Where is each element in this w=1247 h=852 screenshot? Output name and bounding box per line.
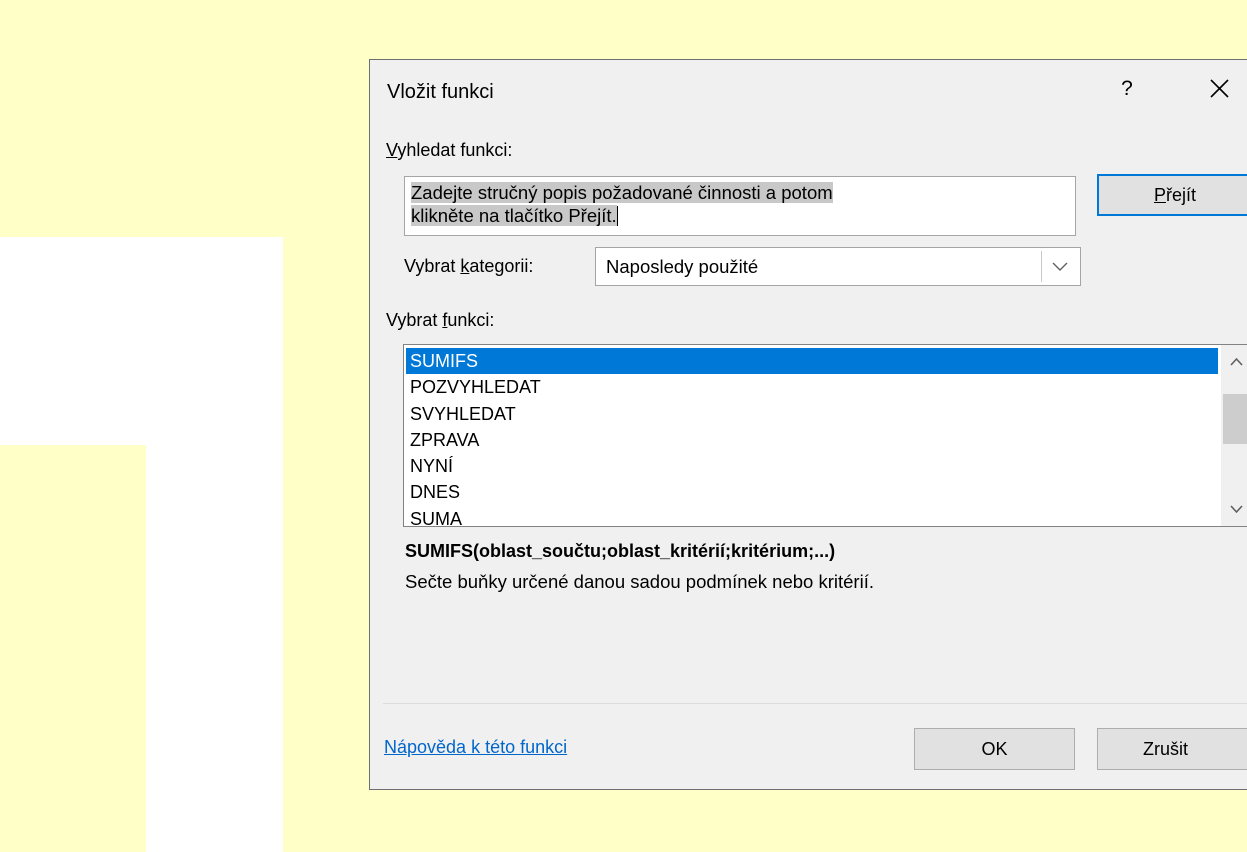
insert-function-dialog: Vložit funkci ? Vyhledat funkci: Zadejte… [369,59,1247,790]
chevron-down-icon [1052,262,1067,271]
category-dropdown-arrow[interactable] [1041,251,1077,282]
category-dropdown-value: Naposledy použité [606,256,759,277]
chevron-down-icon [1230,505,1243,514]
cancel-button[interactable]: Zrušit [1097,728,1247,770]
scroll-up-button[interactable] [1221,349,1247,375]
list-item-pozvyhledat[interactable]: POZVYHLEDAT [406,374,1218,400]
help-button[interactable]: ? [1116,77,1138,101]
search-label: Vyhledat funkci: [386,140,512,161]
category-label: Vybrat kategorii: [404,256,533,277]
list-item-svyhledat[interactable]: SVYHLEDAT [406,401,1218,427]
ok-button[interactable]: OK [914,728,1075,770]
go-button-accesskey: P [1154,184,1167,205]
function-list[interactable]: SUMIFS POZVYHLEDAT SVYHLEDAT ZPRAVA NYNÍ… [403,344,1247,529]
chevron-up-icon [1230,357,1243,366]
list-item-dnes[interactable]: DNES [406,479,1218,505]
category-label-post: ategorii: [469,256,534,276]
category-label-accesskey: k [460,256,470,276]
dialog-title: Vložit funkci [387,81,494,103]
function-list-items: SUMIFS POZVYHLEDAT SVYHLEDAT ZPRAVA NYNÍ… [406,348,1218,532]
list-item-zprava[interactable]: ZPRAVA [406,427,1218,453]
search-label-rest: yhledat funkci: [397,140,513,160]
category-dropdown[interactable]: Naposledy použité [595,247,1081,286]
go-button[interactable]: Přejít [1097,174,1247,216]
function-syntax: SUMIFS(oblast_součtu;oblast_kritérií;kri… [405,541,836,561]
scroll-thumb[interactable] [1223,394,1247,444]
divider [383,703,1247,704]
function-label-post: unkci: [447,310,495,330]
function-help-link[interactable]: Nápověda k této funkci [384,737,567,758]
function-list-scrollbar[interactable] [1221,345,1247,526]
list-item-suma[interactable]: SUMA [406,506,1218,532]
close-icon [1210,79,1229,98]
function-list-label: Vybrat funkci: [386,310,494,331]
search-input-line1: Zadejte stručný popis požadované činnost… [411,182,833,203]
category-label-pre: Vybrat [404,256,461,276]
scroll-down-button[interactable] [1221,496,1247,522]
close-button[interactable] [1206,74,1234,102]
list-item-sumifs[interactable]: SUMIFS [406,348,1218,375]
text-caret [616,206,618,226]
search-label-accesskey: V [386,140,398,160]
go-button-label: řejít [1166,184,1197,205]
sheet-background-left [0,445,146,852]
search-input[interactable]: Zadejte stručný popis požadované činnost… [404,176,1076,236]
function-label-pre: Vybrat [386,310,443,330]
search-input-line2: klikněte na tlačítko Přejít. [411,205,617,226]
list-item-nyni[interactable]: NYNÍ [406,453,1218,479]
function-description: Sečte buňky určené danou sadou podmínek … [405,571,874,592]
